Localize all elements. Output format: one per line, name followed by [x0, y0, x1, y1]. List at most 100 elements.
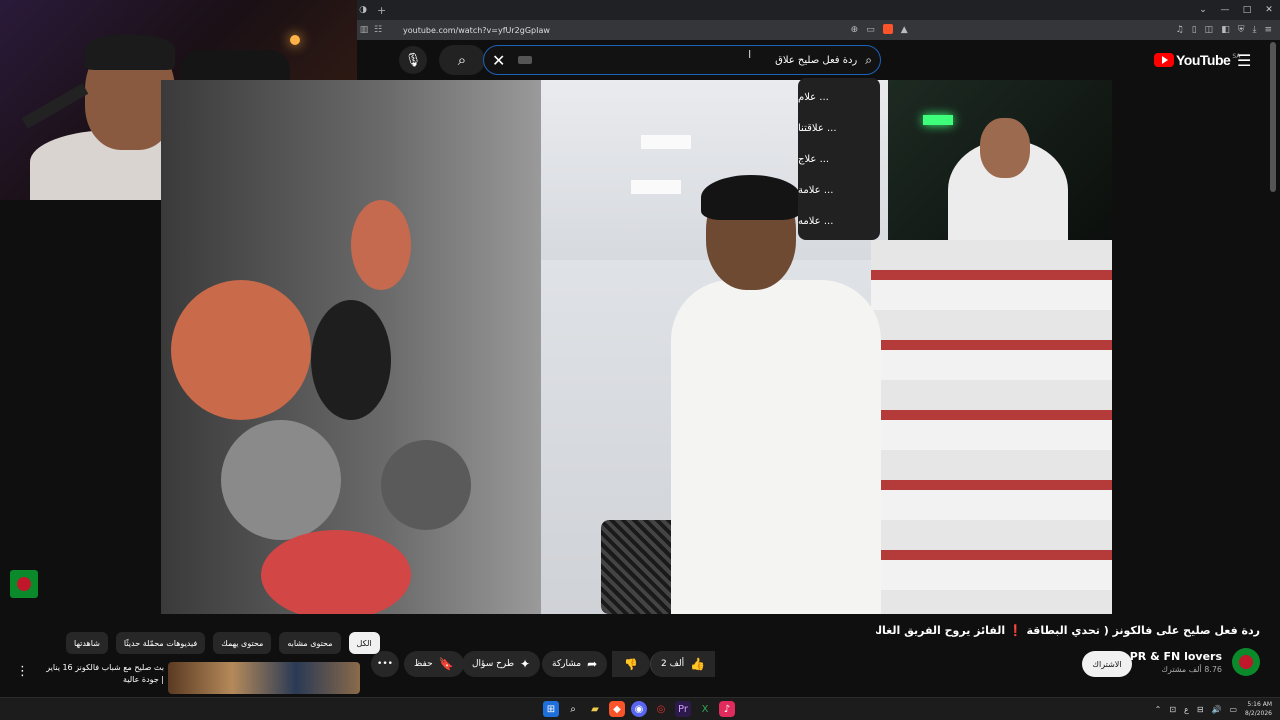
discord-icon[interactable]: ◉	[631, 701, 647, 717]
ask-action: طرح سؤال ✦	[462, 651, 541, 677]
clear-search-icon[interactable]: ✕	[492, 51, 512, 70]
maximize-icon[interactable]: □	[1236, 5, 1258, 15]
voice-search-button[interactable]: 🎙	[399, 46, 427, 74]
frying-pan	[261, 530, 411, 614]
channel-avatar[interactable]	[1232, 648, 1260, 676]
tab-icon[interactable]: ◑	[357, 0, 369, 20]
chip-all[interactable]: الكل	[348, 632, 380, 654]
save-label: حفظ	[414, 659, 433, 669]
more-action: •••	[371, 651, 399, 677]
subscribe-button[interactable]: الاشتراك	[1082, 651, 1132, 677]
suggestion-item[interactable]: ... علاقتنا	[798, 113, 880, 144]
site-info-icon[interactable]: ☷	[371, 25, 385, 35]
channel-badge	[10, 570, 38, 598]
dislike-button[interactable]: 👎	[612, 651, 650, 677]
search-input[interactable]: ✕ ردة فعل صليح علاق ⌕	[483, 45, 881, 75]
suggestion-item[interactable]: ... علامه	[798, 206, 880, 237]
inset-person-head	[980, 118, 1030, 178]
lamp-light	[290, 35, 300, 45]
media-icon[interactable]: ♫	[1176, 25, 1184, 35]
search-taskbar-icon[interactable]: ⌕	[565, 701, 581, 717]
premiere-icon[interactable]: Pr	[675, 701, 691, 717]
recommended-video[interactable]: بث صليح مع شباب فالكونز 16 يناير | جودة …	[44, 662, 360, 696]
share-button[interactable]: مشاركة ➦	[542, 651, 608, 677]
sidebar-icon[interactable]: ▯	[1192, 25, 1197, 35]
like-count: 2 ألف	[661, 659, 685, 669]
tray-chevron-icon[interactable]: ⌃	[1155, 705, 1162, 714]
tiktok-icon[interactable]: ♪	[719, 701, 735, 717]
microphone	[21, 83, 89, 129]
search-button[interactable]: ⌕	[439, 45, 485, 75]
brave-shields-icon[interactable]	[882, 23, 893, 37]
new-tab-button[interactable]: +	[377, 4, 386, 17]
download-icon[interactable]: ⤓	[1252, 25, 1256, 35]
keyboard-icon[interactable]	[518, 56, 532, 64]
obs-icon[interactable]: ◎	[653, 701, 669, 717]
brave-browser-icon[interactable]: ◆	[609, 701, 625, 717]
like-button[interactable]: 2 ألف 👍	[650, 651, 716, 677]
clock-time: 5:16 AM	[1247, 701, 1272, 708]
youtube-logo[interactable]: YouTube SA	[1154, 52, 1240, 68]
save-button[interactable]: حفظ 🔖	[404, 651, 464, 677]
network-icon[interactable]: ⊟	[1197, 705, 1204, 714]
cast-icon[interactable]: ▭	[866, 25, 875, 35]
more-actions-button[interactable]: •••	[371, 651, 399, 677]
share-action: مشاركة ➦	[542, 651, 608, 677]
chip-watched[interactable]: شاهدتها	[66, 632, 108, 654]
more-icon: •••	[377, 659, 393, 669]
neon-sign	[923, 115, 953, 125]
tray-app-icon[interactable]: ⊡	[1169, 705, 1176, 714]
address-bar: ▥ ☷ youtube.com/watch?v=yfUr2gGpIaw ⊕ ▭ …	[357, 20, 1280, 40]
channel-name[interactable]: PR & FN lovers	[1130, 650, 1222, 663]
chip-for-you[interactable]: محتوى يهمك	[213, 632, 272, 654]
frying-pan	[381, 440, 471, 530]
suggestion-item[interactable]: ... علامة	[798, 175, 880, 206]
video-title: ردة فعل صليح على فالكونز ( تحدي البطاقة …	[876, 624, 1260, 637]
recommended-video-title[interactable]: بث صليح مع شباب فالكونز 16 يناير | جودة …	[44, 662, 164, 686]
close-window-icon[interactable]: ✕	[1258, 5, 1280, 15]
file-explorer-icon[interactable]: ▰	[587, 701, 603, 717]
minimize-icon[interactable]: —	[1214, 5, 1236, 15]
cookware-shelf	[161, 80, 541, 614]
url-field[interactable]: youtube.com/watch?v=yfUr2gGpIaw	[403, 26, 550, 35]
screen: ◑ + ⌄ — □ ✕ ▥ ☷ youtube.com/watch?v=yfUr…	[0, 0, 1280, 720]
sidebar-toggle-icon[interactable]: ▥	[357, 25, 371, 35]
start-icon[interactable]: ⊞	[543, 701, 559, 717]
guide-menu-icon[interactable]: ☰	[1237, 51, 1251, 70]
sparkle-icon: ✦	[520, 657, 531, 671]
volume-icon[interactable]: 🔊	[1212, 705, 1222, 714]
tab-search-icon[interactable]: ⌄	[1192, 5, 1214, 15]
recommended-video-thumbnail[interactable]	[168, 662, 360, 694]
system-tray: ⌃ ⊡ ع ⊟ 🔊 ▭ 5:16 AM 8/2/2026	[1155, 700, 1272, 718]
clock[interactable]: 5:16 AM 8/2/2026	[1245, 700, 1272, 718]
man-in-thobe	[671, 280, 881, 614]
suggestion-item[interactable]: ... علاج	[798, 144, 880, 175]
video-options-icon[interactable]: ⋮	[16, 664, 29, 679]
taskbar-apps: ⊞ ⌕ ▰ ◆ ◉ ◎ Pr X ♪	[543, 701, 735, 717]
search-icon: ⌕	[457, 51, 467, 69]
menu-icon[interactable]: ≡	[1264, 25, 1272, 35]
vpn-icon[interactable]: ⛨	[1238, 25, 1245, 35]
suggestion-item[interactable]: ... علام	[798, 82, 880, 113]
excel-icon[interactable]: X	[697, 701, 713, 717]
page-scrollbar[interactable]	[1270, 42, 1276, 192]
windows-taskbar: ⊞ ⌕ ▰ ◆ ◉ ◎ Pr X ♪ ⌃ ⊡ ع ⊟ 🔊 ▭ 5:16 AM 8…	[0, 697, 1280, 720]
chip-recently-uploaded[interactable]: فيديوهات محمّلة حديثًا	[115, 632, 206, 654]
wallet-icon[interactable]: ◫	[1205, 25, 1214, 35]
rewards-icon[interactable]: ▲	[901, 25, 908, 35]
man-hair	[701, 175, 801, 220]
battery-icon[interactable]: ▭	[1229, 705, 1237, 714]
ask-question-button[interactable]: طرح سؤال ✦	[462, 651, 541, 677]
zoom-icon[interactable]: ⊕	[851, 25, 859, 35]
subscriber-count: 8.76 ألف مشترك	[1161, 665, 1222, 674]
extensions-icon[interactable]: ◧	[1221, 25, 1230, 35]
address-bar-actions: ⊕ ▭ ▲ ♫ ▯ ◫ ◧ ⛨ ⤓ ≡	[851, 23, 1280, 37]
recommendation-filter-chips: الكل محتوى مشابه محتوى يهمك فيديوهات محم…	[66, 632, 380, 654]
thumbs-down-icon: 👎	[624, 657, 638, 671]
chip-related[interactable]: محتوى مشابه	[279, 632, 341, 654]
bookmark-icon: 🔖	[438, 657, 454, 671]
language-indicator[interactable]: ع	[1184, 705, 1189, 714]
video-player[interactable]	[161, 80, 1112, 614]
streamer-cap	[85, 35, 175, 70]
reaction-inset-cam	[888, 80, 1112, 240]
